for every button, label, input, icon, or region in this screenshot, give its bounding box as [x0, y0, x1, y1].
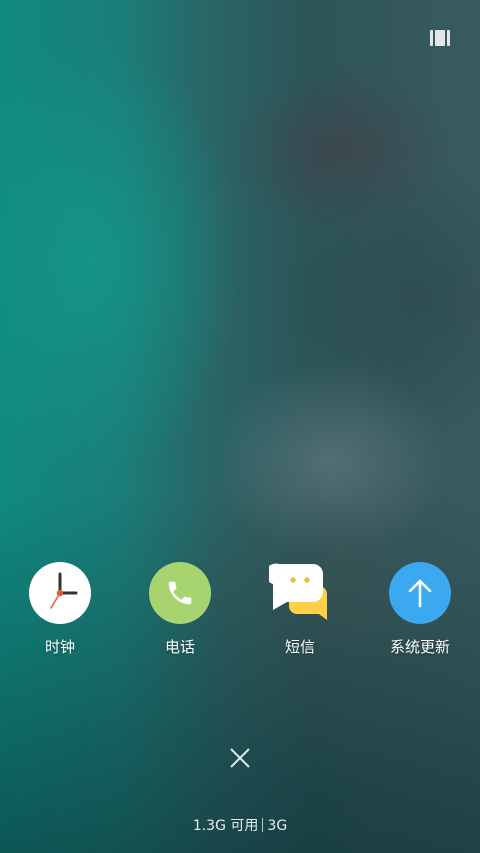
- blurred-wallpaper: [0, 0, 480, 853]
- app-label: 电话: [164, 638, 195, 656]
- app-system-update[interactable]: 系统更新: [370, 562, 470, 657]
- close-all-button[interactable]: [227, 745, 253, 771]
- arrow-up-icon: [389, 562, 451, 624]
- phone-icon: [149, 562, 211, 624]
- memory-info: 1.3G 可用 3G: [0, 815, 480, 835]
- app-label: 时钟: [44, 638, 75, 656]
- app-clock[interactable]: 时钟: [10, 562, 110, 657]
- app-messages[interactable]: 短信: [250, 562, 350, 657]
- close-icon: [230, 748, 250, 768]
- memory-total: 3G: [267, 818, 288, 834]
- app-phone[interactable]: 电话: [130, 562, 230, 657]
- clock-icon: [29, 562, 91, 624]
- memory-available: 1.3G 可用: [192, 818, 259, 834]
- recent-apps-row: 时钟 电话 短信 系统更新: [0, 562, 480, 662]
- app-label: 短信: [284, 638, 315, 656]
- messages-icon: [269, 562, 331, 624]
- divider: [262, 818, 264, 832]
- app-label: 系统更新: [389, 638, 450, 656]
- view-toggle-icon[interactable]: [430, 30, 452, 46]
